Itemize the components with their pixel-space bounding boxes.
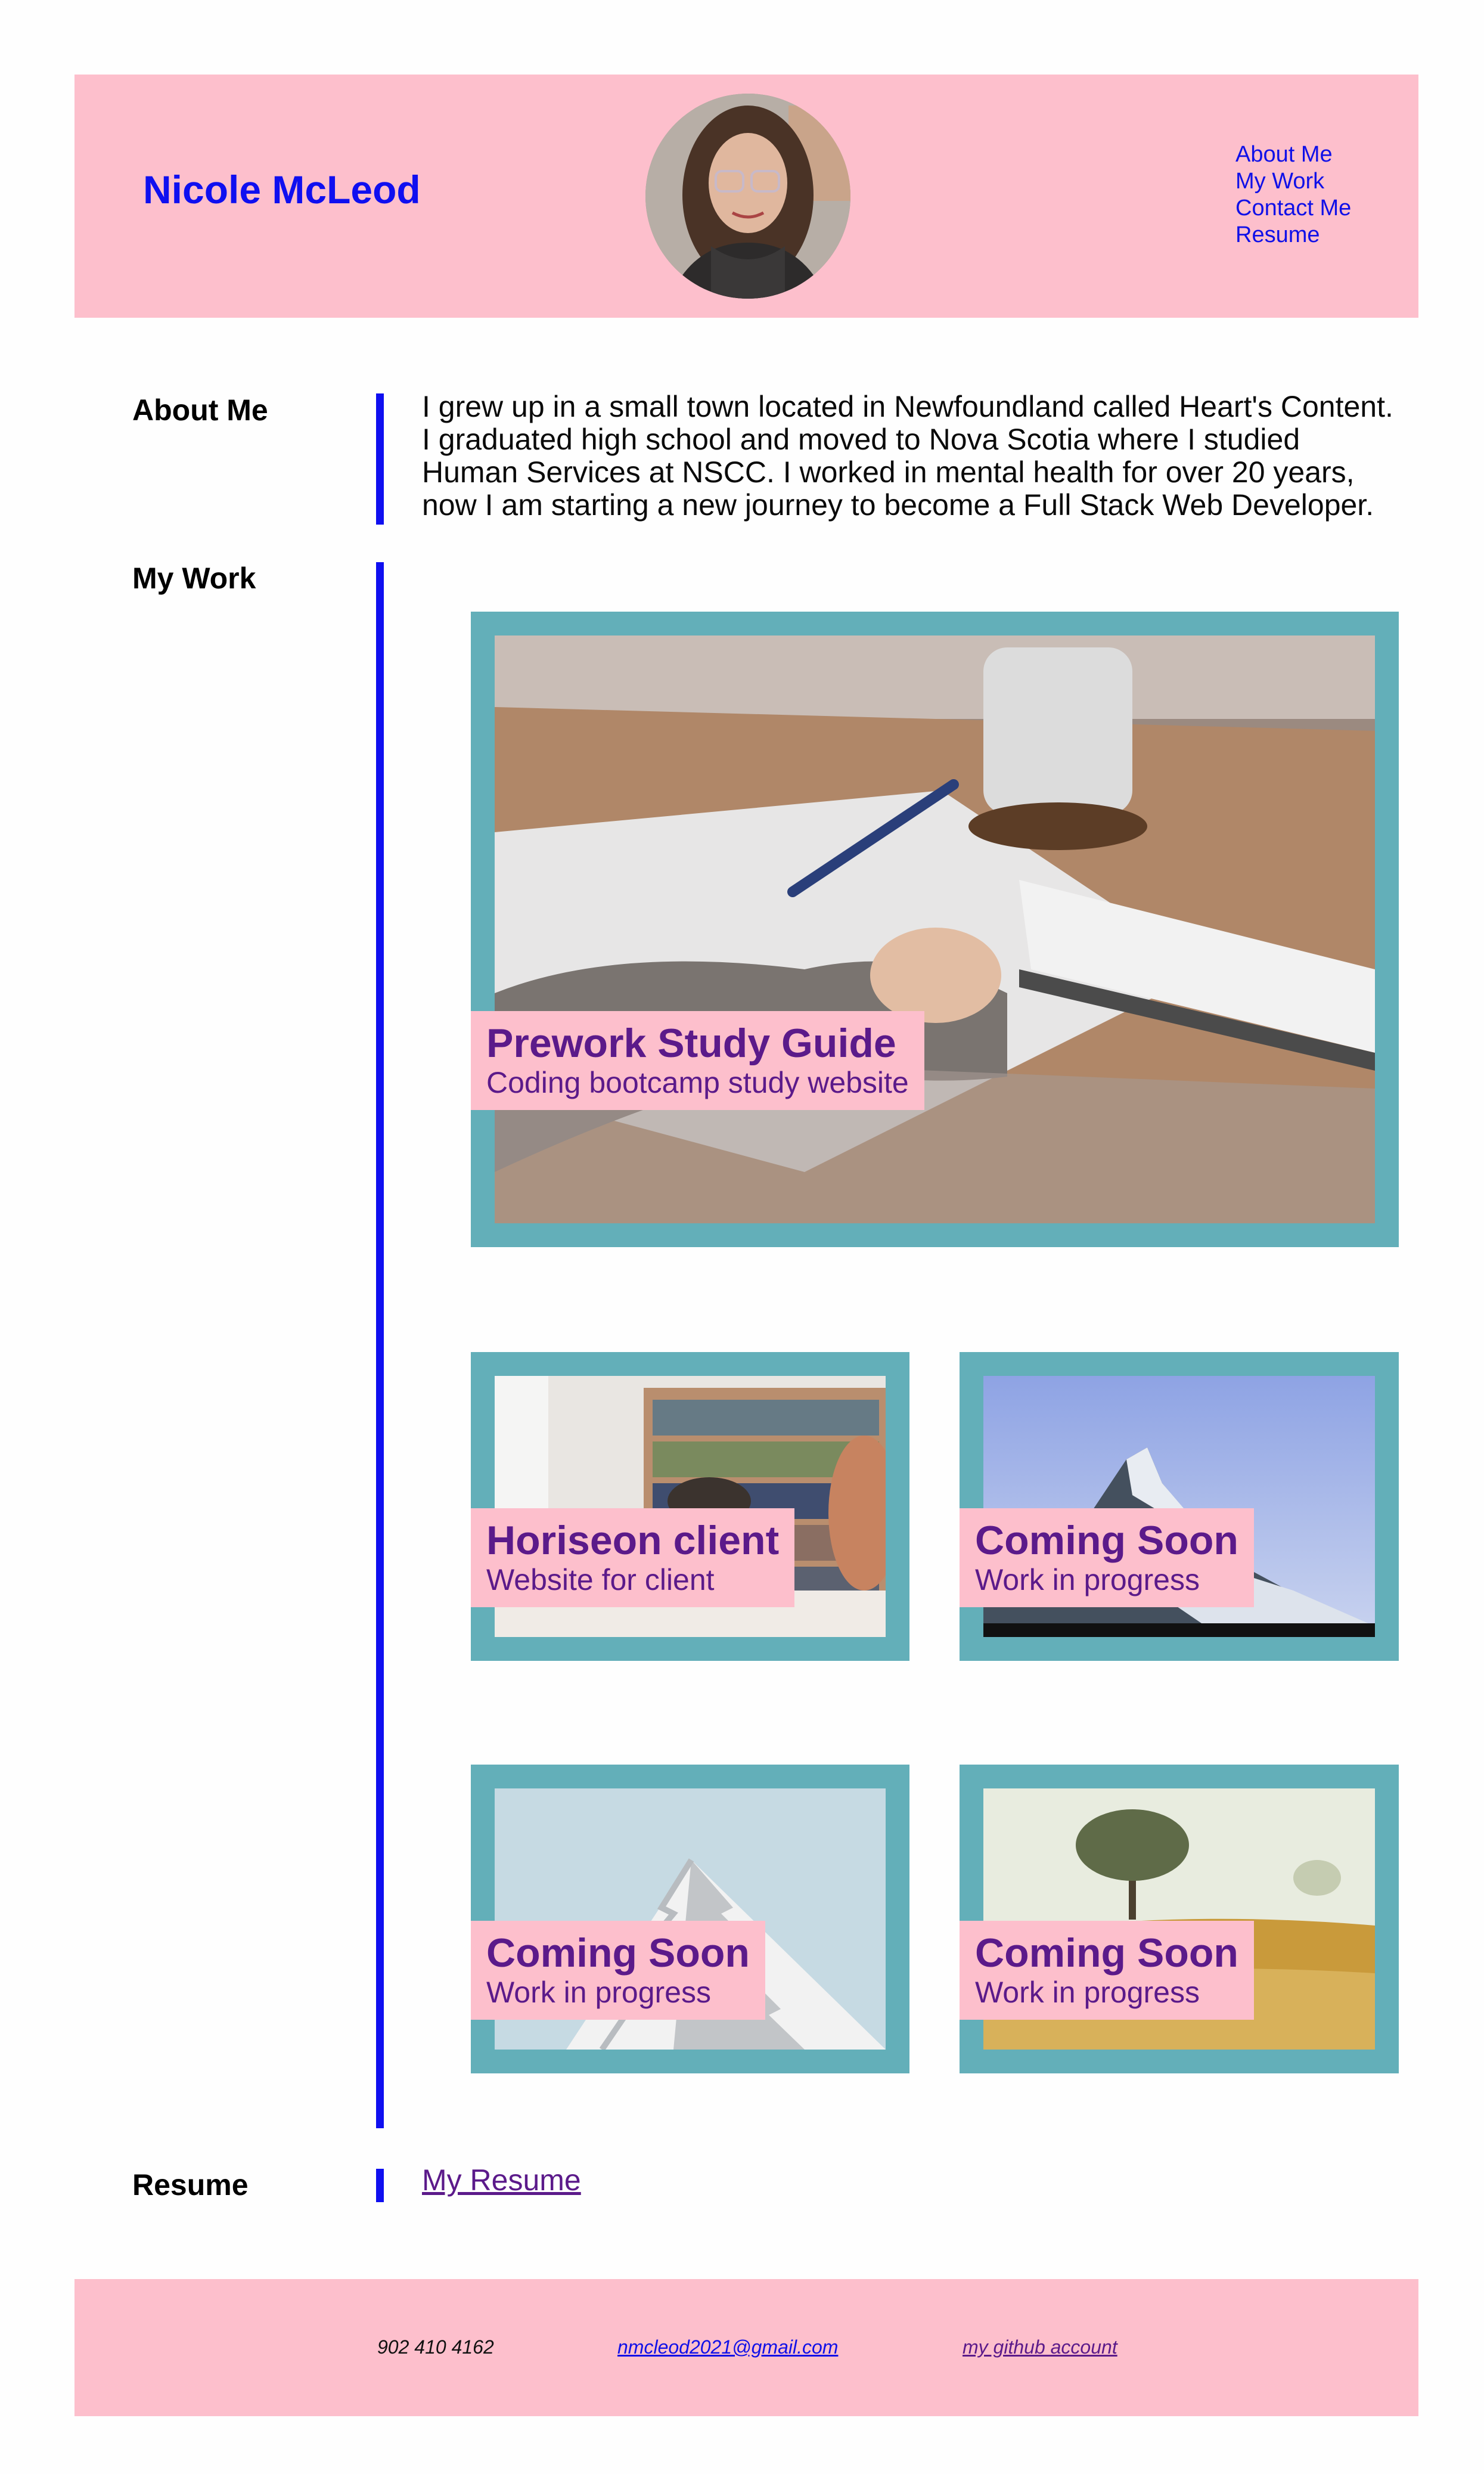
my-work-heading: My Work	[132, 562, 256, 595]
project-card-coming-soon-1[interactable]: Coming Soon Work in progress	[960, 1352, 1399, 1661]
project-caption-coming-soon-3: Coming Soon Work in progress	[960, 1921, 1254, 2020]
nav-link-about-me[interactable]: About Me	[1235, 141, 1351, 168]
project-caption-horiseon: Horiseon client Website for client	[471, 1508, 795, 1607]
profile-photo	[645, 94, 850, 299]
resume-divider	[376, 2169, 384, 2202]
project-subtitle: Work in progress	[975, 1976, 1200, 2009]
project-caption-prework: Prework Study Guide Coding bootcamp stud…	[471, 1011, 924, 1110]
project-subtitle: Work in progress	[975, 1563, 1200, 1596]
project-subtitle: Work in progress	[486, 1976, 711, 2009]
project-card-horiseon[interactable]: Horiseon client Website for client	[471, 1352, 909, 1661]
my-work-divider	[376, 562, 384, 2128]
resume-heading: Resume	[132, 2168, 249, 2202]
project-image-prework	[495, 635, 1375, 1223]
project-title: Coming Soon	[975, 1930, 1238, 1976]
site-title: Nicole McLeod	[143, 168, 421, 212]
project-card-coming-soon-3[interactable]: Coming Soon Work in progress	[960, 1765, 1399, 2073]
about-me-divider	[376, 393, 384, 525]
nav-link-contact-me[interactable]: Contact Me	[1235, 195, 1351, 222]
footer-phone: 902 410 4162	[377, 2336, 494, 2358]
main-nav: About Me My Work Contact Me Resume	[1235, 141, 1351, 249]
nav-link-resume[interactable]: Resume	[1235, 222, 1351, 249]
project-title: Coming Soon	[486, 1930, 750, 1976]
project-title: Horiseon client	[486, 1518, 780, 1563]
site-footer: 902 410 4162 nmcleod2021@gmail.com my gi…	[74, 2279, 1418, 2416]
footer-email-link[interactable]: nmcleod2021@gmail.com	[617, 2337, 838, 2357]
about-me-text: I grew up in a small town located in New…	[422, 390, 1393, 522]
project-caption-coming-soon-1: Coming Soon Work in progress	[960, 1508, 1254, 1607]
project-caption-coming-soon-2: Coming Soon Work in progress	[471, 1921, 765, 2020]
nav-link-my-work[interactable]: My Work	[1235, 168, 1351, 195]
footer-github-link[interactable]: my github account	[963, 2337, 1117, 2357]
project-title: Coming Soon	[975, 1518, 1238, 1563]
resume-link[interactable]: My Resume	[422, 2165, 581, 2195]
project-subtitle: Website for client	[486, 1563, 715, 1596]
project-card-coming-soon-2[interactable]: Coming Soon Work in progress	[471, 1765, 909, 2073]
project-subtitle: Coding bootcamp study website	[486, 1066, 909, 1099]
project-card-prework[interactable]: Prework Study Guide Coding bootcamp stud…	[471, 612, 1399, 1247]
about-me-heading: About Me	[132, 393, 268, 427]
site-header: Nicole McLeod About Me My Work Contact M…	[74, 75, 1418, 318]
project-title: Prework Study Guide	[486, 1021, 896, 1066]
